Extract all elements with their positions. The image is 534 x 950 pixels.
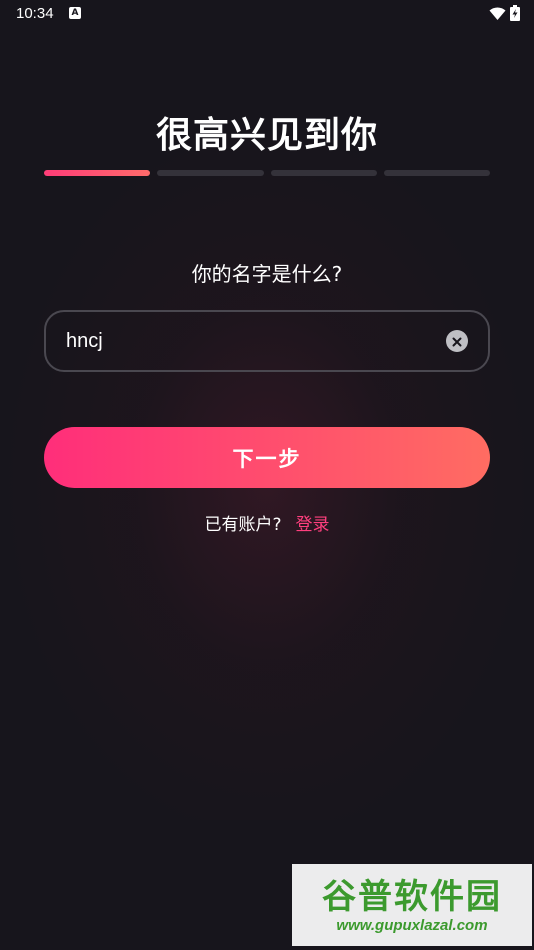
page-title: 很高兴见到你	[155, 115, 378, 156]
status-bar: 10:34 A	[0, 0, 534, 28]
close-icon	[452, 332, 462, 351]
notification-icon: A	[69, 7, 81, 19]
name-question: 你的名字是什么?	[191, 262, 343, 286]
progress-step-4	[383, 170, 490, 176]
status-icons	[489, 5, 520, 25]
watermark: 谷普软件园 www.gupuxlazal.com	[292, 864, 532, 946]
login-link[interactable]: 登录	[296, 515, 330, 535]
progress-step-2	[157, 170, 264, 176]
watermark-url: www.gupuxlazal.com	[336, 916, 488, 934]
watermark-name: 谷普软件园	[322, 876, 502, 917]
progress-step-1	[44, 170, 151, 176]
status-time: 10:34	[16, 5, 54, 22]
clear-input-button[interactable]	[446, 330, 468, 352]
next-button[interactable]: 下一步	[44, 427, 490, 488]
name-input[interactable]	[66, 312, 436, 370]
has-account-text: 已有账户?	[204, 515, 282, 535]
battery-charging-icon	[510, 5, 520, 25]
step-progress	[44, 170, 490, 176]
wifi-icon	[489, 6, 506, 25]
name-input-container	[44, 310, 490, 372]
progress-step-3	[270, 170, 377, 176]
login-prompt: 已有账户? 登录	[0, 510, 534, 535]
